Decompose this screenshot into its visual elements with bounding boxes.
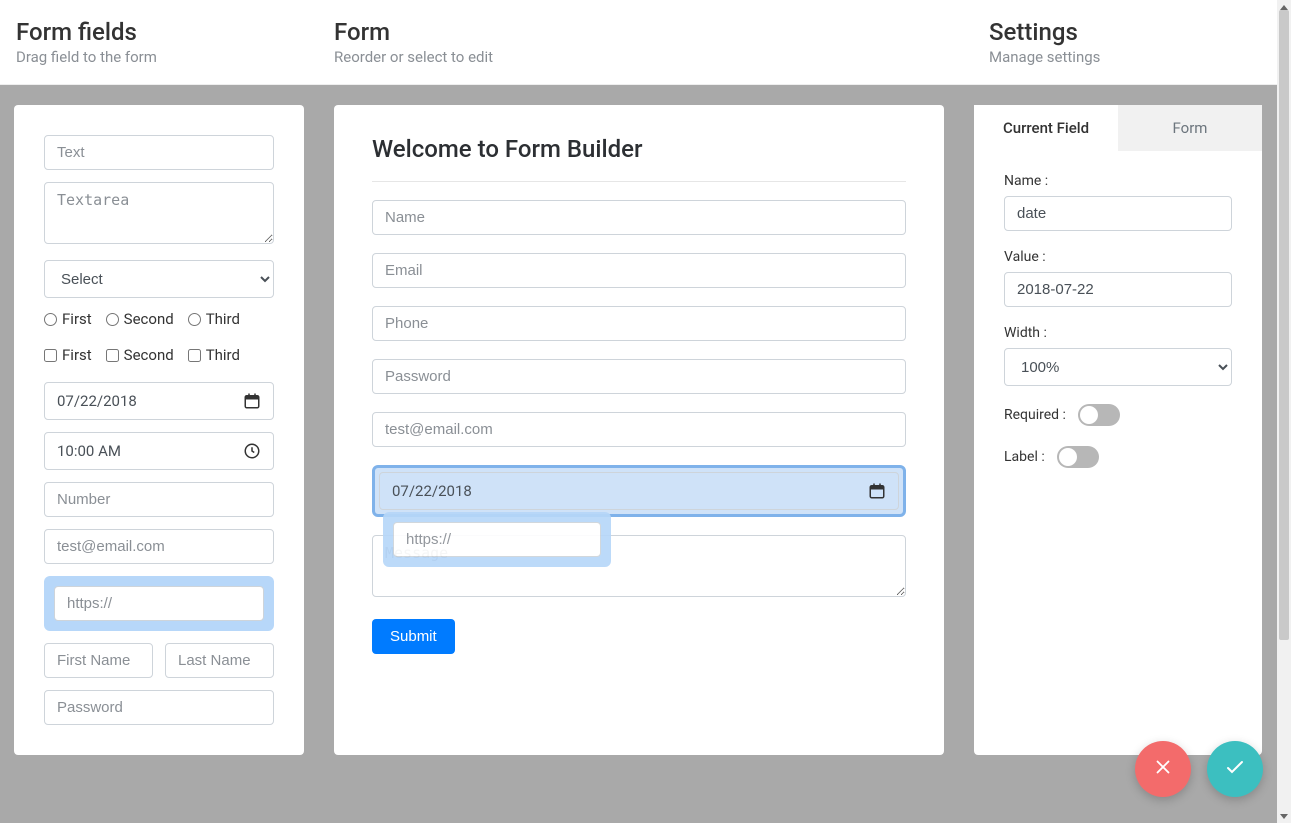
- tab-form[interactable]: Form: [1118, 105, 1262, 151]
- palette-radio-group: First Second Third: [44, 310, 274, 328]
- palette-textarea-field[interactable]: [44, 182, 274, 244]
- form-divider: [372, 181, 906, 182]
- palette-time-field[interactable]: 10:00 AM: [44, 432, 274, 470]
- triangle-up-icon: [1280, 5, 1288, 10]
- settings-heading: Settings: [989, 18, 1275, 46]
- palette-time-value: 10:00 AM: [57, 442, 121, 460]
- setting-required-label: Required :: [1004, 407, 1066, 423]
- palette-radio-third[interactable]: Third: [188, 310, 240, 328]
- setting-value-input[interactable]: [1004, 272, 1232, 307]
- setting-name-input[interactable]: [1004, 196, 1232, 231]
- form-emailvalue-field[interactable]: [372, 412, 906, 447]
- header-col-form: Form Reorder or select to edit: [318, 0, 973, 84]
- settings-panel: Current Field Form Name : Value : Width …: [974, 105, 1262, 755]
- setting-value-label: Value :: [1004, 249, 1232, 265]
- app-header: Form fields Drag field to the form Form …: [0, 0, 1291, 85]
- check-second-input[interactable]: [106, 349, 119, 362]
- setting-label-label: Label :: [1004, 449, 1045, 465]
- palette-select-field[interactable]: Select: [44, 260, 274, 298]
- palette-lastname-field[interactable]: [165, 643, 274, 678]
- palette-firstname-field[interactable]: [44, 643, 153, 678]
- setting-width-select[interactable]: 100%: [1004, 348, 1232, 386]
- radio-first-input[interactable]: [44, 313, 57, 326]
- palette-date-value: 07/22/2018: [57, 392, 137, 410]
- fields-heading: Form fields: [16, 18, 302, 46]
- form-name-field[interactable]: [372, 200, 906, 235]
- submit-button[interactable]: Submit: [372, 619, 455, 654]
- dragging-url-input[interactable]: [393, 522, 601, 557]
- setting-name-label: Name :: [1004, 173, 1232, 189]
- setting-width-label: Width :: [1004, 325, 1232, 341]
- calendar-icon: [243, 392, 261, 410]
- fab-row: [1135, 741, 1263, 797]
- triangle-down-icon: [1280, 814, 1288, 819]
- palette-url-input[interactable]: [54, 586, 264, 621]
- calendar-icon: [868, 482, 886, 500]
- palette-check-second[interactable]: Second: [106, 346, 174, 364]
- palette-radio-second[interactable]: Second: [106, 310, 174, 328]
- form-heading: Form: [334, 18, 957, 46]
- palette-text-field[interactable]: [44, 135, 274, 170]
- fields-subheading: Drag field to the form: [16, 48, 302, 66]
- header-col-fields: Form fields Drag field to the form: [0, 0, 318, 84]
- scroll-thumb[interactable]: [1279, 10, 1289, 640]
- tab-current-field[interactable]: Current Field: [974, 105, 1118, 151]
- settings-tabs: Current Field Form: [974, 105, 1262, 151]
- settings-body: Name : Value : Width : 100% Required : L…: [974, 151, 1262, 510]
- scrollbar[interactable]: [1277, 0, 1291, 823]
- palette-email-field[interactable]: [44, 529, 274, 564]
- radio-third-input[interactable]: [188, 313, 201, 326]
- palette-date-field[interactable]: 07/22/2018: [44, 382, 274, 420]
- form-canvas: Welcome to Form Builder 07/22/2018: [334, 105, 944, 755]
- palette-url-field-selected[interactable]: [44, 576, 274, 631]
- check-first-input[interactable]: [44, 349, 57, 362]
- palette-check-third[interactable]: Third: [188, 346, 240, 364]
- radio-second-input[interactable]: [106, 313, 119, 326]
- field-palette: Select First Second Third First Second T…: [14, 105, 304, 755]
- form-phone-field[interactable]: [372, 306, 906, 341]
- check-third-input[interactable]: [188, 349, 201, 362]
- form-date-input[interactable]: 07/22/2018: [379, 472, 899, 510]
- palette-check-first[interactable]: First: [44, 346, 92, 364]
- form-subheading: Reorder or select to edit: [334, 48, 957, 66]
- form-date-value: 07/22/2018: [392, 482, 472, 500]
- close-icon: [1152, 756, 1174, 782]
- form-title: Welcome to Form Builder: [372, 135, 906, 163]
- form-email-field[interactable]: [372, 253, 906, 288]
- confirm-fab[interactable]: [1207, 741, 1263, 797]
- palette-checkbox-group: First Second Third: [44, 346, 274, 364]
- label-toggle[interactable]: [1057, 446, 1099, 468]
- form-password-field[interactable]: [372, 359, 906, 394]
- dragging-url-field[interactable]: [383, 512, 611, 567]
- header-col-settings: Settings Manage settings: [973, 0, 1291, 84]
- settings-subheading: Manage settings: [989, 48, 1275, 66]
- form-date-field-selected[interactable]: 07/22/2018: [372, 465, 906, 517]
- cancel-fab[interactable]: [1135, 741, 1191, 797]
- clock-icon: [243, 442, 261, 460]
- scroll-down-arrow[interactable]: [1277, 809, 1291, 823]
- workspace: Select First Second Third First Second T…: [0, 85, 1291, 775]
- palette-radio-first[interactable]: First: [44, 310, 92, 328]
- required-toggle[interactable]: [1078, 404, 1120, 426]
- check-icon: [1223, 755, 1247, 783]
- palette-password-field[interactable]: [44, 690, 274, 725]
- palette-number-field[interactable]: [44, 482, 274, 517]
